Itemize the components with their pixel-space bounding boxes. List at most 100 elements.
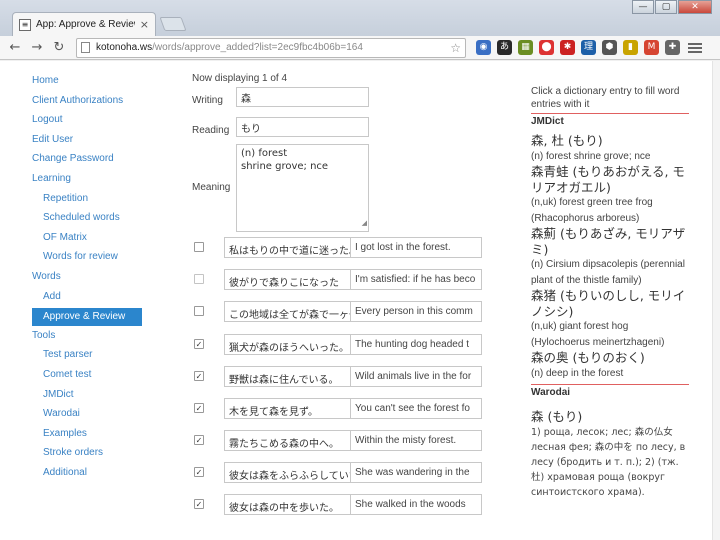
jmdict-word: 森猪 (もりいのしし, モリイノシシ) [531,288,686,319]
bookmark-ext-icon[interactable]: ▮ [623,40,638,55]
nav-words[interactable]: Words [32,269,144,289]
jmdict-heading: JMDict [531,113,689,127]
plus-ext-icon[interactable]: ✚ [665,40,680,55]
example-japanese: 私はもりの中で道に迷った。 [225,238,351,257]
writing-input[interactable]: 森 [236,87,369,107]
resize-grip-icon[interactable]: ◢ [362,217,367,230]
nav-scheduled-words[interactable]: Scheduled words [32,210,144,230]
nav-stroke-orders[interactable]: Stroke orders [32,445,144,465]
example-row: ✓ 彼女は森の中を歩いた。 She walked in the woods [192,494,482,515]
new-tab-button[interactable] [159,17,187,31]
meaning-textarea[interactable]: (n) forest shrine grove; nce ◢ [236,144,369,232]
shield-ext-icon[interactable]: ⬢ [602,40,617,55]
warodai-entry[interactable]: 森 (もり) 1) роща, лесок; лес; 森の仏女 лесная … [531,409,689,500]
example-sentence-box[interactable]: 霧たちこめる森の中へ。 Within the misty forest. [224,430,482,451]
example-sentence-box[interactable]: 木を見て森を見ず。 You can't see the forest fo [224,398,482,419]
page-icon [81,42,90,53]
maximize-button[interactable]: ▢ [655,0,677,14]
jmdict-definition: (n,uk) forest green tree frog (Rhacophor… [531,197,653,224]
globe-icon[interactable]: ◉ [476,40,491,55]
example-english: She walked in the woods [355,499,466,510]
page-content: Home Client Authorizations Logout Edit User… [0,61,720,540]
example-sentence-box[interactable]: 野獣は森に住んでいる。 Wild animals live in the for [224,366,482,387]
nav-jmdict[interactable]: JMDict [32,387,144,407]
jmdict-entry[interactable]: 森薊 (もりあざみ, モリアザミ) (n) Cirsium dipsacolepi… [531,226,689,288]
mail-icon[interactable]: M [644,40,659,55]
approve-checkbox[interactable]: ✓ [194,467,204,477]
nav-words-for-review[interactable]: Words for review [32,249,144,269]
example-japanese: 野獣は森に住んでいる。 [225,367,351,386]
example-sentence-box[interactable]: 彼がりで森りこになった I'm satisfied: if he has beco [224,269,482,290]
nav-logout[interactable]: Logout [32,112,144,132]
back-arrow-icon[interactable]: ← [6,39,24,57]
jmdict-definition: (n) deep in the forest [531,367,624,379]
nav-additional[interactable]: Additional [32,465,144,485]
jmdict-entry[interactable]: 森青蛙 (もりあおがえる, モリアオガエル) (n,uk) forest gree… [531,164,689,226]
approve-checkbox[interactable]: ✓ [194,403,204,413]
approve-checkbox[interactable]: ✓ [194,339,204,349]
approve-checkbox[interactable]: ✓ [194,371,204,381]
nav-home[interactable]: Home [32,73,144,93]
extension-icons: ◉ あ ▦ ⬤ ✱ 理 ⬢ ▮ M ✚ [476,40,680,55]
approve-checkbox[interactable] [194,306,204,316]
approve-checkbox[interactable] [194,242,204,252]
close-window-button[interactable]: ✕ [678,0,712,14]
example-japanese: 彼がりで森りこになった [225,270,351,289]
example-japanese: 猟犬が森のほうへいった。 [225,335,351,354]
example-sentence-box[interactable]: 猟犬が森のほうへいった。 The hunting dog headed t [224,334,482,355]
nav-learning[interactable]: Learning [32,171,144,191]
word-form: Now displaying 1 of 4 Writing 森 Reading … [192,73,482,232]
jmdict-word: 森青蛙 (もりあおがえる, モリアオガエル) [531,164,685,195]
jmdict-entry[interactable]: 森猪 (もりいのしし, モリイノシシ) (n,uk) giant forest h… [531,288,689,350]
example-sentence-box[interactable]: この地域は全てが森で一ヶ一 Every person in this comm [224,301,482,322]
address-bar[interactable]: kotonoha.ws/words/approve_added?list=2ec… [76,37,466,58]
example-row: ✓ 野獣は森に住んでいる。 Wild animals live in the for [192,366,482,387]
dictionary-panel: Click a dictionary entry to fill word en… [531,85,689,500]
jmdict-definition: (n,uk) giant forest hog (Hylochoerus mei… [531,321,665,348]
example-sentence-box[interactable]: 私はもりの中で道に迷った。 I got lost in the forest. [224,237,482,258]
writing-label: Writing [192,95,223,106]
example-sentence-box[interactable]: 彼女は森の中を歩いた。 She walked in the woods [224,494,482,515]
nav-repetition[interactable]: Repetition [32,191,144,211]
nav-approve-review[interactable]: Approve & Review [32,308,142,327]
nav-of-matrix[interactable]: OF Matrix [32,230,144,250]
reload-icon[interactable]: ↻ [50,39,68,57]
example-english: Every person in this comm [355,306,473,317]
browser-menu-icon[interactable] [688,42,702,54]
nav-test-parser[interactable]: Test parser [32,347,144,367]
minimize-button[interactable]: — [632,0,654,14]
example-english: Wild animals live in the for [355,371,472,382]
forward-arrow-icon[interactable]: → [28,39,46,57]
star-ext-icon[interactable]: ✱ [560,40,575,55]
warodai-word: 森 (もり) [531,409,583,424]
nav-tools[interactable]: Tools [32,328,144,348]
nav-examples[interactable]: Examples [32,426,144,446]
browser-tab[interactable]: ≡ App: Approve & Review × [12,12,156,36]
close-tab-icon[interactable]: × [140,18,149,31]
stop-icon[interactable]: ⬤ [539,40,554,55]
nav-change-password[interactable]: Change Password [32,151,144,171]
jmdict-entry[interactable]: 森, 杜 (もり) (n) forest shrine grove; nce [531,133,689,164]
example-row: ✓ 木を見て森を見ず。 You can't see the forest fo [192,398,482,419]
nav-edit-user[interactable]: Edit User [32,132,144,152]
approve-checkbox[interactable] [194,274,204,284]
bookmark-star-icon[interactable]: ☆ [450,41,461,55]
nav-add[interactable]: Add [32,289,144,309]
nav-comet-test[interactable]: Comet test [32,367,144,387]
approve-checkbox[interactable]: ✓ [194,499,204,509]
warodai-definition: 1) роща, лесок; лес; 森の仏女 лесная фея; 森の… [531,426,686,498]
grid-icon[interactable]: ▦ [518,40,533,55]
example-japanese: 彼女は森をふらふらしていた。 [225,463,351,482]
url-text[interactable]: kotonoha.ws/words/approve_added?list=2ec… [96,42,444,53]
example-sentence-box[interactable]: 彼女は森をふらふらしていた。 She was wandering in the [224,462,482,483]
nav-client-authorizations[interactable]: Client Authorizations [32,93,144,113]
kanji-ext-icon[interactable]: 理 [581,40,596,55]
reading-input[interactable]: もり [236,117,369,137]
example-english: You can't see the forest fo [355,403,470,414]
browser-titlebar: ≡ App: Approve & Review × — ▢ ✕ [0,0,720,36]
page-scrollbar[interactable] [712,61,720,540]
jmdict-entry[interactable]: 森の奥 (もりのおく) (n) deep in the forest [531,350,689,381]
nav-warodai[interactable]: Warodai [32,406,144,426]
translate-icon[interactable]: あ [497,40,512,55]
approve-checkbox[interactable]: ✓ [194,435,204,445]
